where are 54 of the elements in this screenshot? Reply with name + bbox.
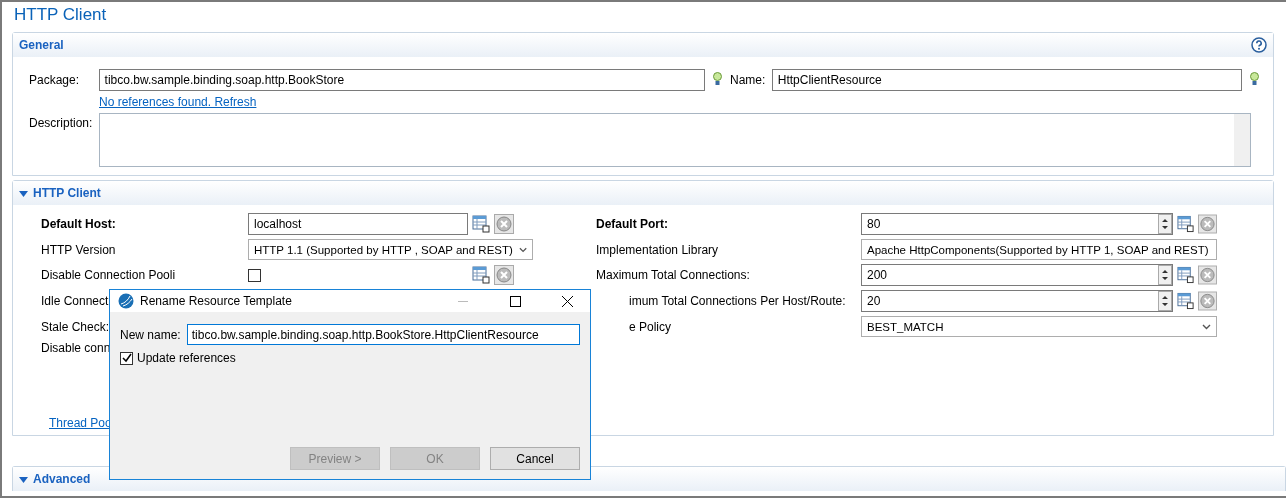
- dialog-title: Rename Resource Template: [140, 294, 293, 308]
- field-label: New name:: [120, 327, 181, 342]
- field-label: HTTP Version: [41, 242, 116, 257]
- new-name-field[interactable]: tibco.bw.sample.binding.soap.http.BookStore.HttpClientResource: [186, 324, 580, 345]
- spinner-arrows-icon[interactable]: [1158, 214, 1172, 234]
- expanded-caret-icon[interactable]: [19, 188, 28, 198]
- maximize-icon[interactable]: [509, 295, 521, 307]
- section-title[interactable]: HTTP Client: [19, 186, 101, 200]
- lightbulb-icon: [1250, 71, 1259, 86]
- table-icon[interactable]: [472, 215, 490, 233]
- dropdown[interactable]: BEST_MATCH: [861, 316, 1217, 337]
- app-logo-icon: [118, 293, 134, 309]
- section-title: General: [19, 38, 64, 52]
- description-field[interactable]: [99, 113, 1251, 167]
- spinner-arrows-icon[interactable]: [1158, 265, 1172, 285]
- text-field[interactable]: tibco.bw.sample.binding.soap.http.BookStore: [98, 69, 705, 91]
- text-field[interactable]: HttpClientResource: [771, 69, 1242, 91]
- expanded-caret-icon[interactable]: [19, 474, 28, 484]
- close-icon[interactable]: [561, 295, 573, 307]
- number-field[interactable]: 20: [861, 290, 1173, 312]
- checkbox[interactable]: [248, 268, 261, 282]
- spinner-arrows-icon[interactable]: [1158, 291, 1172, 311]
- table-icon[interactable]: [472, 266, 490, 284]
- field-label: Default Host:: [41, 217, 116, 231]
- field-label: Package:: [29, 73, 81, 87]
- field-label: Maximum Total Connections:: [596, 268, 750, 282]
- section-title[interactable]: Advanced: [19, 472, 91, 486]
- dropdown[interactable]: HTTP 1.1 (Supported by HTTP , SOAP and REST): [248, 239, 533, 260]
- text-field[interactable]: localhost: [248, 213, 468, 235]
- lightbulb-icon: [713, 71, 722, 86]
- field-label: e Policy: [628, 319, 672, 334]
- scrollbar[interactable]: [1234, 114, 1250, 166]
- page-title: HTTP Client: [13, 4, 108, 26]
- clear-icon[interactable]: [494, 265, 514, 285]
- dialog-button[interactable]: Cancel: [490, 447, 580, 470]
- field-label: Default Port:: [596, 217, 668, 231]
- help-icon[interactable]: [1251, 37, 1267, 53]
- field-label: imum Total Connections Per Host/Route:: [628, 294, 846, 308]
- checkbox[interactable]: [120, 351, 133, 365]
- field-label: Description:: [29, 115, 94, 130]
- field-label: Implementation Library: [596, 242, 719, 257]
- refresh-link[interactable]: No references found. Refresh: [99, 95, 257, 109]
- table-icon[interactable]: [1177, 215, 1195, 233]
- field-label: Idle Connect: [41, 294, 109, 308]
- table-icon[interactable]: [1177, 292, 1195, 310]
- clear-icon[interactable]: [494, 214, 514, 234]
- dropdown[interactable]: Apache HttpComponents(Supported by HTTP 1, SOAP and REST): [861, 239, 1217, 260]
- number-field[interactable]: 200: [861, 264, 1173, 286]
- field-label: Name:: [730, 73, 767, 87]
- table-icon[interactable]: [1177, 266, 1195, 284]
- number-field[interactable]: 80: [861, 213, 1173, 235]
- field-label: Stale Check:: [41, 319, 110, 334]
- checkbox-label: Update references: [137, 351, 236, 365]
- field-label: Disable Connection Pooli: [41, 268, 176, 282]
